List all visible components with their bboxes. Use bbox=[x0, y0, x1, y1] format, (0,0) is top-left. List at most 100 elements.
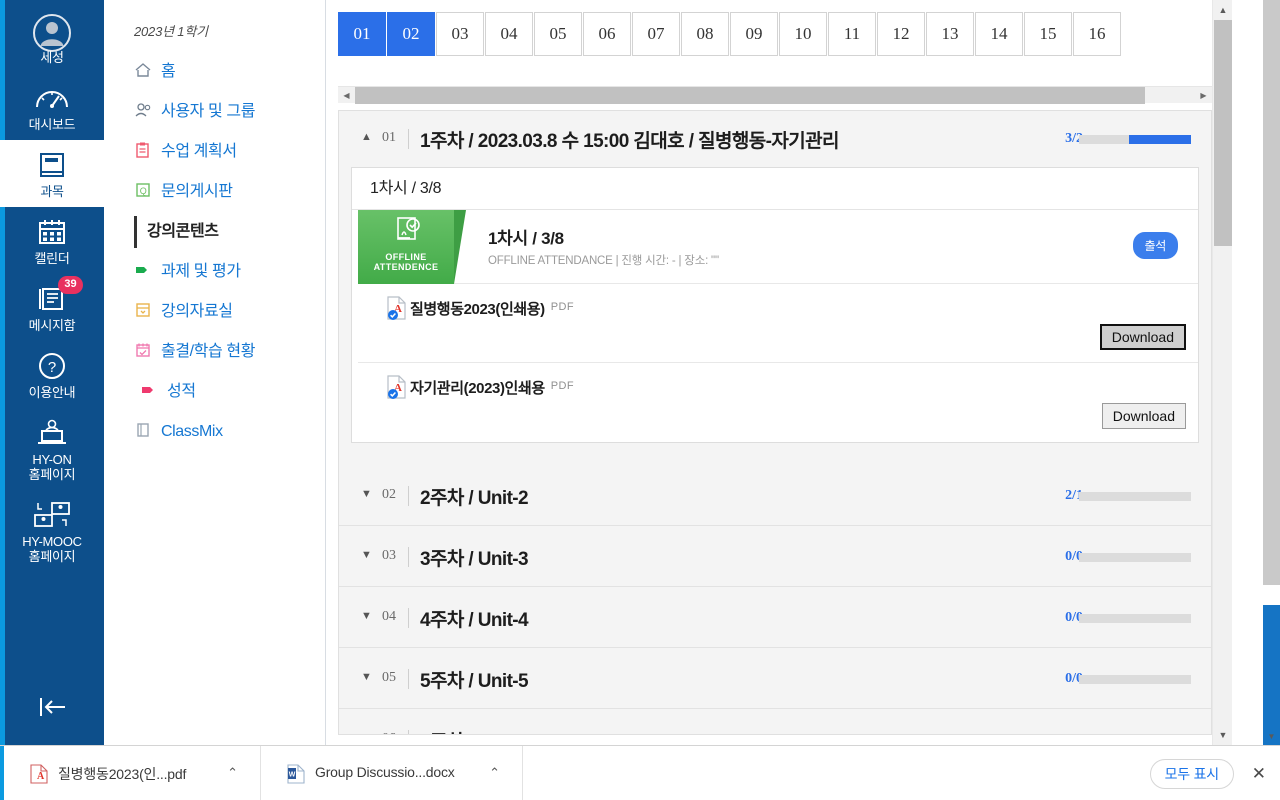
divider bbox=[408, 608, 409, 628]
week-header-06[interactable]: ▼ 06 6주차 / Unit-6 0/0 bbox=[339, 709, 1211, 734]
week-tab-10[interactable]: 10 bbox=[779, 12, 827, 56]
attendance-status-badge[interactable]: 출석 bbox=[1132, 232, 1178, 259]
content-item-file[interactable]: A 자기관리(2023)인쇄용 PDF Download bbox=[358, 363, 1198, 442]
week-tab-03[interactable]: 03 bbox=[436, 12, 484, 56]
main-content-area: 01020304050607080910111213141516 새 화면으로 … bbox=[326, 0, 1212, 745]
week-tab-16[interactable]: 16 bbox=[1073, 12, 1121, 56]
week-header-03[interactable]: ▼ 03 3주차 / Unit-3 0/0 bbox=[339, 526, 1211, 587]
week-tab-05[interactable]: 05 bbox=[534, 12, 582, 56]
week-title: 5주차 / Unit-5 bbox=[420, 671, 529, 692]
svg-text:Q: Q bbox=[140, 186, 147, 196]
offline-attendance-ribbon: OFFLINE ATTENDENCE bbox=[358, 210, 466, 284]
divider bbox=[408, 486, 409, 506]
browser-scroll-down-arrow-icon[interactable]: ▼ bbox=[1263, 728, 1280, 745]
rail-item-profile[interactable]: 세성 bbox=[0, 6, 104, 73]
message-box-icon bbox=[0, 281, 104, 317]
week-title: 1주차 / 2023.03.8 수 15:00 김대호 / 질병행동-자기관리 bbox=[420, 131, 839, 152]
week-tab-13[interactable]: 13 bbox=[926, 12, 974, 56]
rail-item-label: 대시보드 bbox=[28, 117, 76, 132]
chevron-down-icon[interactable]: ▼ bbox=[361, 732, 372, 734]
week-tab-12[interactable]: 12 bbox=[877, 12, 925, 56]
sidebar-item-grades[interactable]: 성적 bbox=[104, 372, 326, 412]
rail-item-hymooc-home[interactable]: HY-MOOC 홈페이지 bbox=[0, 490, 104, 572]
close-icon[interactable]: ✕ bbox=[1252, 764, 1266, 784]
content-item-offline-attendance[interactable]: OFFLINE ATTENDENCE 1차시 / 3/8 OFFLINE ATT… bbox=[358, 210, 1198, 284]
week-tab-07[interactable]: 07 bbox=[632, 12, 680, 56]
dashboard-gauge-icon bbox=[0, 80, 104, 116]
scroll-up-arrow-icon[interactable]: ▲ bbox=[1213, 0, 1233, 20]
rail-item-calendar[interactable]: 캘린더 bbox=[0, 207, 104, 274]
download-file-name: 질병행동2023(인...pdf bbox=[58, 766, 187, 782]
week-title: 2주차 / Unit-2 bbox=[420, 488, 529, 509]
rail-item-label: 메시지함 bbox=[28, 318, 76, 333]
show-all-downloads-button[interactable]: 모두 표시 bbox=[1149, 759, 1234, 789]
week-header-02[interactable]: ▼ 02 2주차 / Unit-2 2/1 bbox=[339, 465, 1211, 526]
rail-item-hyon-home[interactable]: HY-ON 홈페이지 bbox=[0, 408, 104, 490]
scroll-right-arrow-icon[interactable]: ▶ bbox=[1195, 87, 1212, 104]
rail-item-help[interactable]: ? 이용안내 bbox=[0, 341, 104, 408]
download-button[interactable]: Download bbox=[1101, 403, 1186, 429]
lms-course-contents-page: 세성 대시보드 과목 캘린더 39 메시지함 ? 이용안내 HY-ON 홈페이지… bbox=[0, 0, 1280, 800]
week-tab-06[interactable]: 06 bbox=[583, 12, 631, 56]
content-item-title: 1차시 / 3/8 bbox=[488, 229, 564, 248]
week-progress-bar bbox=[1079, 553, 1191, 562]
rail-item-label: 캘린더 bbox=[34, 251, 70, 266]
rail-item-dashboard[interactable]: 대시보드 bbox=[0, 73, 104, 140]
book-icon bbox=[0, 147, 104, 183]
vertical-scrollbar-thumb[interactable] bbox=[1214, 20, 1232, 246]
browser-scrollbar-thumb[interactable] bbox=[1263, 0, 1280, 585]
week-title: 4주차 / Unit-4 bbox=[420, 610, 529, 631]
scroll-down-arrow-icon[interactable]: ▼ bbox=[1213, 725, 1233, 745]
week-tab-15[interactable]: 15 bbox=[1024, 12, 1072, 56]
content-item-file[interactable]: A 질병행동2023(인쇄용) PDF Download bbox=[358, 284, 1198, 363]
week-tab-11[interactable]: 11 bbox=[828, 12, 876, 56]
horizontal-scrollbar-thumb[interactable] bbox=[355, 87, 1145, 104]
rail-item-messages[interactable]: 39 메시지함 bbox=[0, 274, 104, 341]
chevron-up-icon[interactable]: ⌃ bbox=[489, 765, 500, 781]
chevron-up-icon[interactable]: ▲ bbox=[361, 131, 372, 143]
week-tab-01[interactable]: 01 bbox=[338, 12, 386, 56]
sidebar-item-lecture-contents[interactable]: 강의콘텐츠 bbox=[104, 212, 326, 252]
week-progress-bar bbox=[1079, 492, 1191, 501]
sidebar-item-label: 강의콘텐츠 bbox=[147, 223, 219, 240]
pink-tag-icon bbox=[140, 374, 162, 393]
browser-scrollbar-track-highlight[interactable] bbox=[1263, 605, 1280, 745]
collapse-left-icon[interactable] bbox=[0, 696, 104, 723]
chevron-down-icon[interactable]: ▼ bbox=[361, 488, 372, 500]
browser-vertical-scrollbar[interactable]: ▼ bbox=[1263, 0, 1280, 745]
download-chip-pdf[interactable]: A 질병행동2023(인...pdf ⌃ bbox=[4, 746, 261, 800]
sidebar-item-attendance-status[interactable]: 출결/학습 현황 bbox=[104, 332, 326, 372]
chevron-up-icon[interactable]: ⌃ bbox=[227, 765, 238, 781]
content-vertical-scrollbar[interactable]: ▲ ▼ bbox=[1212, 0, 1232, 745]
scroll-left-arrow-icon[interactable]: ◀ bbox=[338, 87, 355, 104]
right-margin bbox=[1232, 0, 1263, 745]
chevron-down-icon[interactable]: ▼ bbox=[361, 610, 372, 622]
sidebar-item-label: 강의자료실 bbox=[161, 303, 233, 320]
rail-item-courses[interactable]: 과목 bbox=[0, 140, 104, 207]
week-header-04[interactable]: ▼ 04 4주차 / Unit-4 0/0 bbox=[339, 587, 1211, 648]
sidebar-item-home[interactable]: 홈 bbox=[104, 52, 326, 92]
sidebar-item-syllabus[interactable]: 수업 계획서 bbox=[104, 132, 326, 172]
sidebar-item-users-groups[interactable]: 사용자 및 그룹 bbox=[104, 92, 326, 132]
week-header-01[interactable]: ▲ 01 1주차 / 2023.03.8 수 15:00 김대호 / 질병행동-… bbox=[339, 111, 1211, 167]
message-count-badge: 39 bbox=[58, 276, 83, 294]
week-tab-09[interactable]: 09 bbox=[730, 12, 778, 56]
sidebar-item-qna-board[interactable]: Q 문의게시판 bbox=[104, 172, 326, 212]
horizontal-scrollbar[interactable]: ◀ ▶ bbox=[338, 86, 1212, 104]
sidebar-item-classmix[interactable]: ClassMix bbox=[104, 412, 326, 452]
file-type-label: PDF bbox=[550, 301, 574, 313]
divider bbox=[408, 547, 409, 567]
week-tab-04[interactable]: 04 bbox=[485, 12, 533, 56]
sidebar-item-assignments[interactable]: 과제 및 평가 bbox=[104, 252, 326, 292]
chevron-down-icon[interactable]: ▼ bbox=[361, 549, 372, 561]
week-header-05[interactable]: ▼ 05 5주차 / Unit-5 0/0 bbox=[339, 648, 1211, 709]
users-group-icon bbox=[134, 94, 156, 117]
week-tab-02[interactable]: 02 bbox=[387, 12, 435, 56]
week-tab-14[interactable]: 14 bbox=[975, 12, 1023, 56]
chevron-down-icon[interactable]: ▼ bbox=[361, 671, 372, 683]
sidebar-item-resources[interactable]: 강의자료실 bbox=[104, 292, 326, 332]
download-chip-docx[interactable]: W Group Discussio...docx ⌃ bbox=[261, 746, 523, 800]
week-tab-08[interactable]: 08 bbox=[681, 12, 729, 56]
download-button[interactable]: Download bbox=[1099, 324, 1186, 350]
